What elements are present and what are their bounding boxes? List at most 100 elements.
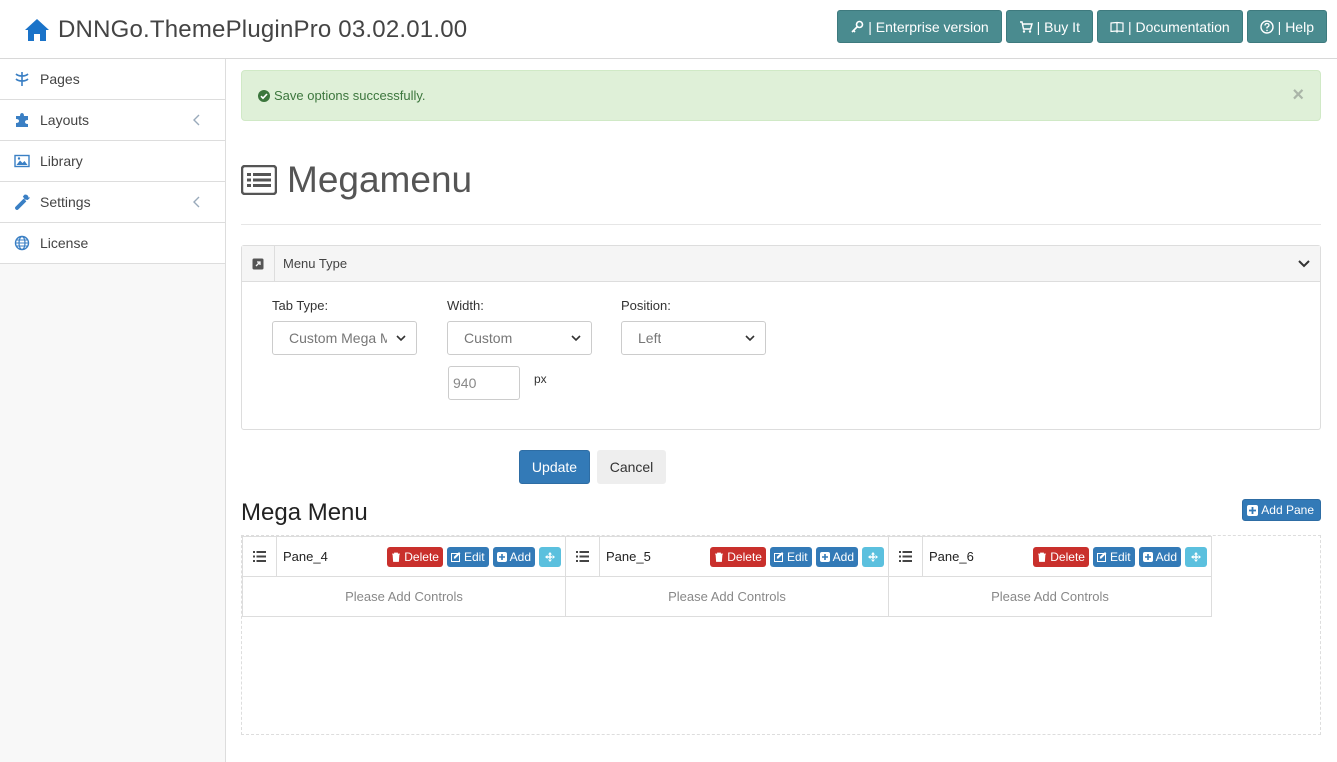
pane-header: Pane_6 Delete Edit Add xyxy=(889,536,1211,577)
add-control-button[interactable]: Add xyxy=(815,547,858,567)
trash-icon xyxy=(392,552,401,562)
plus-square-icon xyxy=(819,552,830,562)
plus-square-icon xyxy=(1142,552,1153,562)
brand[interactable]: DNNGo.ThemePluginPro 03.02.01.00 xyxy=(24,16,467,44)
sidebar-item-label: Library xyxy=(40,153,83,169)
sidebar-item-layouts[interactable]: Layouts xyxy=(0,100,225,141)
delete-pane-button[interactable]: Delete xyxy=(1033,547,1089,567)
position-field: Position: Left xyxy=(621,298,766,355)
width-px-input[interactable] xyxy=(448,366,520,400)
pane-name: Pane_4 xyxy=(283,549,328,564)
success-alert: Save options successfully. × xyxy=(241,70,1321,121)
position-select[interactable]: Left xyxy=(621,321,766,355)
px-unit-label: px xyxy=(534,372,547,386)
menu-type-panel-header[interactable]: Menu Type xyxy=(242,245,1320,282)
edit-pane-button[interactable]: Edit xyxy=(769,547,812,567)
chevron-down-icon xyxy=(396,335,406,342)
puzzle-icon xyxy=(16,113,28,127)
tab-type-label: Tab Type: xyxy=(272,298,329,313)
pane-placeholder: Please Add Controls xyxy=(991,589,1109,604)
enterprise-version-label: | Enterprise version xyxy=(868,18,989,35)
edit-icon xyxy=(450,552,461,562)
delete-label: Delete xyxy=(404,550,439,564)
sidebar-item-settings[interactable]: Settings xyxy=(0,182,225,223)
add-control-button[interactable]: Add xyxy=(492,547,535,567)
edit-pane-button[interactable]: Edit xyxy=(446,547,489,567)
pane-card: Pane_6 Delete Edit Add Please Add Contro… xyxy=(888,536,1212,617)
edit-label: Edit xyxy=(1109,550,1131,564)
globe-icon xyxy=(14,235,30,251)
edit-label: Edit xyxy=(786,550,808,564)
header-buttons: | Enterprise version | Buy It | Document… xyxy=(837,10,1327,43)
edit-pane-button[interactable]: Edit xyxy=(1092,547,1135,567)
mega-menu-title: Mega Menu xyxy=(241,499,368,526)
width-select[interactable]: Custom xyxy=(447,321,592,355)
chevron-left-icon[interactable] xyxy=(192,196,201,208)
help-button[interactable]: | Help xyxy=(1246,10,1327,43)
update-button[interactable]: Update xyxy=(519,450,590,484)
chevron-down-icon[interactable] xyxy=(1298,259,1310,268)
width-value: Custom xyxy=(464,330,513,346)
panel-title: Menu Type xyxy=(283,256,348,271)
expand-toggle[interactable] xyxy=(242,245,275,282)
documentation-label: | Documentation xyxy=(1127,18,1230,35)
sidebar-item-label: Settings xyxy=(40,194,91,210)
pane-name: Pane_5 xyxy=(606,549,651,564)
sidebar-item-label: Pages xyxy=(40,71,80,87)
list-icon xyxy=(899,551,912,562)
width-field: Width: Custom xyxy=(447,298,592,355)
add-control-button[interactable]: Add xyxy=(1138,547,1181,567)
sidebar-item-library[interactable]: Library xyxy=(0,141,225,182)
sidebar: Pages Layouts Library Settings License xyxy=(0,59,226,762)
delete-label: Delete xyxy=(1050,550,1085,564)
pane-card: Pane_4 Delete Edit Add Please Add Contro… xyxy=(242,536,566,617)
move-pane-button[interactable] xyxy=(539,547,561,567)
sitemap-icon xyxy=(15,72,29,86)
add-pane-button[interactable]: Add Pane xyxy=(1242,499,1321,521)
plus-square-icon xyxy=(1247,504,1259,516)
question-icon xyxy=(1259,19,1274,34)
add-label: Add xyxy=(832,550,854,564)
tab-type-select[interactable]: Custom Mega Menu xyxy=(272,321,417,355)
edit-icon xyxy=(773,552,784,562)
sidebar-item-license[interactable]: License xyxy=(0,223,225,264)
move-icon xyxy=(545,552,555,562)
add-pane-label: Add Pane xyxy=(1261,503,1314,517)
pane-header: Pane_4 Delete Edit Add xyxy=(243,536,565,577)
chevron-left-icon[interactable] xyxy=(192,114,201,126)
trash-icon xyxy=(715,552,724,562)
cart-icon xyxy=(1019,20,1033,33)
key-icon xyxy=(851,20,864,33)
move-icon xyxy=(1191,552,1201,562)
edit-label: Edit xyxy=(463,550,485,564)
buy-it-label: | Buy It xyxy=(1036,18,1080,35)
alert-message: Save options successfully. xyxy=(274,88,426,103)
pane-placeholder: Please Add Controls xyxy=(668,589,786,604)
pane-drag-handle[interactable] xyxy=(889,536,923,577)
delete-label: Delete xyxy=(727,550,762,564)
move-pane-button[interactable] xyxy=(1185,547,1207,567)
sidebar-item-label: Layouts xyxy=(40,112,90,128)
documentation-button[interactable]: | Documentation xyxy=(1096,10,1243,43)
plus-square-icon xyxy=(496,552,507,562)
trash-icon xyxy=(1038,552,1047,562)
enterprise-version-button[interactable]: | Enterprise version xyxy=(837,10,1002,43)
list-alt-icon xyxy=(241,165,277,195)
pane-actions: Delete Edit Add xyxy=(710,547,884,567)
book-icon xyxy=(1110,21,1124,33)
top-header: DNNGo.ThemePluginPro 03.02.01.00 | Enter… xyxy=(0,0,1337,59)
pane-placeholder: Please Add Controls xyxy=(345,589,463,604)
buy-it-button[interactable]: | Buy It xyxy=(1005,10,1093,43)
pane-drag-handle[interactable] xyxy=(243,536,277,577)
sidebar-item-pages[interactable]: Pages xyxy=(0,59,225,100)
pane-actions: Delete Edit Add xyxy=(1033,547,1207,567)
title-divider xyxy=(241,224,1321,225)
chevron-down-icon xyxy=(745,335,755,342)
external-link-icon xyxy=(252,258,264,269)
delete-pane-button[interactable]: Delete xyxy=(710,547,766,567)
delete-pane-button[interactable]: Delete xyxy=(387,547,443,567)
move-pane-button[interactable] xyxy=(862,547,884,567)
close-icon[interactable]: × xyxy=(1292,85,1304,105)
pane-drag-handle[interactable] xyxy=(566,536,600,577)
cancel-button[interactable]: Cancel xyxy=(597,450,666,484)
